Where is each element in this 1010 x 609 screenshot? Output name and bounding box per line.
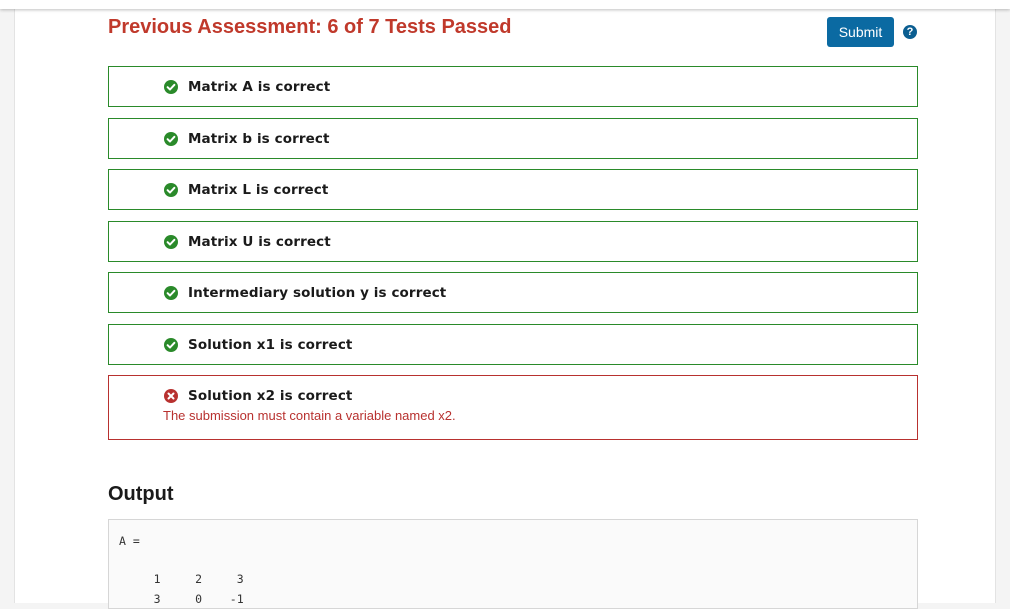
test-results-list: Matrix A is correct Matrix b is correct … <box>108 66 918 451</box>
question-circle-icon[interactable]: ? <box>903 25 917 39</box>
output-line: A = <box>119 534 140 548</box>
test-error-message: The submission must contain a variable n… <box>163 408 456 423</box>
test-label: Matrix U is correct <box>188 233 331 250</box>
check-circle-icon <box>164 234 178 249</box>
test-result-item: Matrix b is correct <box>108 117 918 159</box>
test-result-item: Matrix A is correct <box>108 66 918 107</box>
check-circle-icon <box>164 131 178 146</box>
test-label: Matrix b is correct <box>188 130 330 147</box>
output-heading: Output <box>108 483 174 505</box>
test-label: Solution x1 is correct <box>188 336 353 353</box>
test-label: Matrix L is correct <box>188 182 329 198</box>
check-circle-icon <box>164 337 178 352</box>
check-circle-icon <box>164 80 178 94</box>
test-label: Matrix A is correct <box>188 79 331 95</box>
output-line: 3 0 -1 <box>119 592 244 606</box>
test-label: Solution x2 is correct <box>188 388 353 404</box>
submit-button[interactable]: Submit <box>827 17 894 47</box>
test-result-item: Matrix U is correct <box>108 220 918 262</box>
test-result-item: Intermediary solution y is correct <box>108 272 918 313</box>
x-circle-icon <box>164 389 178 403</box>
check-circle-icon <box>164 286 178 300</box>
check-circle-icon <box>164 183 178 197</box>
output-console[interactable]: A = 1 2 3 3 0 -1 <box>108 519 918 609</box>
assessment-title: Previous Assessment: 6 of 7 Tests Passed <box>108 16 512 38</box>
top-bar <box>0 0 1010 9</box>
output-line: 1 2 3 <box>119 572 244 586</box>
test-result-item: Solution x1 is correct <box>108 323 918 365</box>
test-result-item-failed: Solution x2 is correct The submission mu… <box>108 375 918 440</box>
test-label: Intermediary solution y is correct <box>188 285 447 301</box>
test-result-item: Matrix L is correct <box>108 169 918 210</box>
